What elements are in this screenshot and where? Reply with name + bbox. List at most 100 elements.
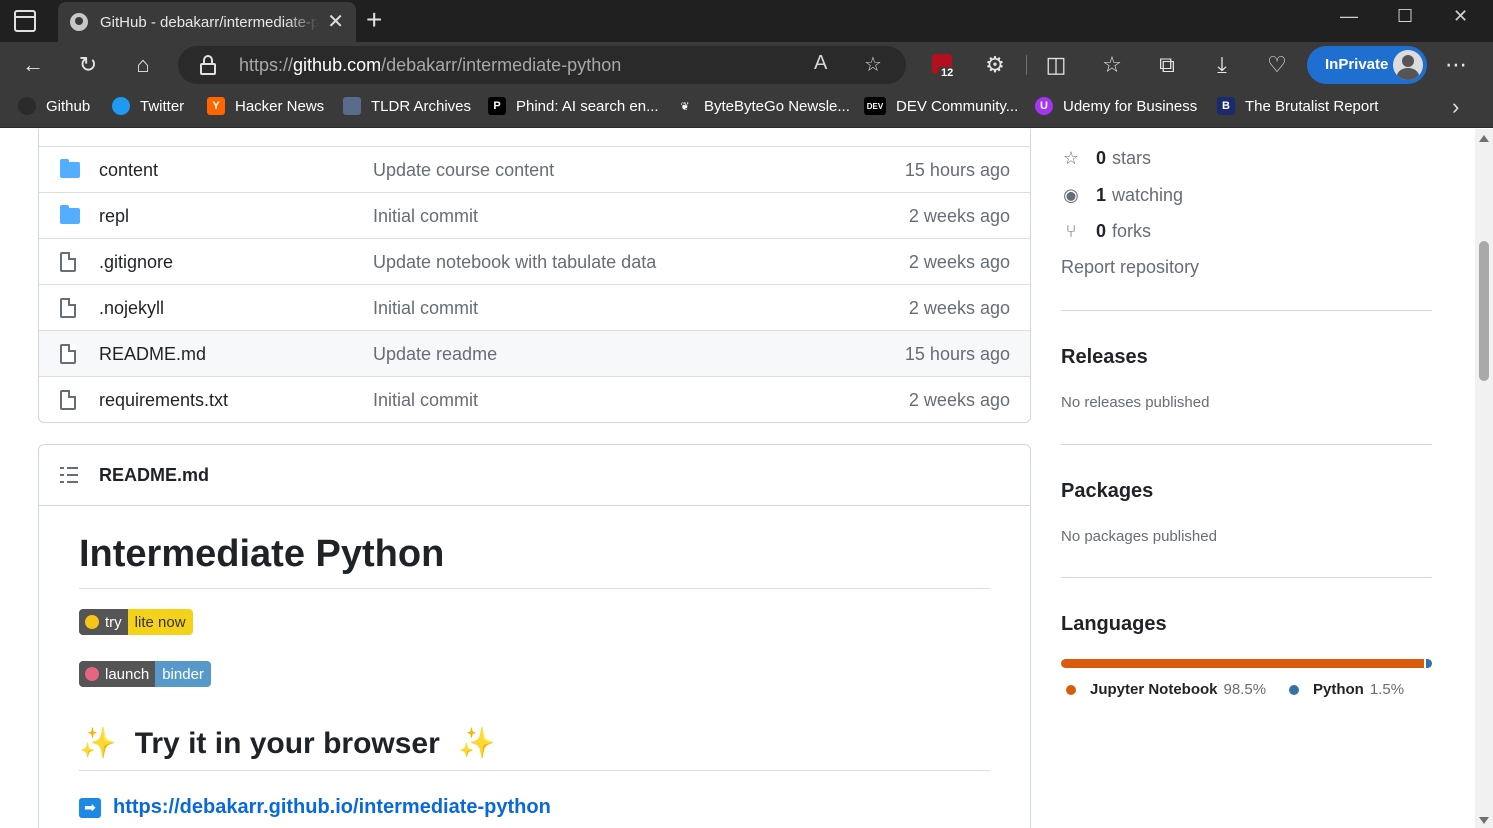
more-menu-icon[interactable]: ⋯ (1441, 50, 1471, 80)
folder-icon (60, 159, 80, 178)
page-scrollbar[interactable] (1475, 129, 1493, 828)
lock-icon[interactable] (200, 55, 216, 75)
file-list: content Update course content 15 hours a… (38, 129, 1031, 423)
launch-binder-badge[interactable]: launch binder (79, 661, 211, 687)
scroll-up-icon[interactable] (1479, 135, 1489, 142)
language-dot-icon (1289, 684, 1299, 695)
read-aloud-icon[interactable]: A (814, 52, 827, 75)
file-name[interactable]: content (99, 160, 158, 181)
readme-heading: Intermediate Python (79, 533, 445, 575)
bookmark-brutalist-report[interactable]: B The Brutalist Report (1217, 97, 1378, 115)
favorites-icon[interactable]: ☆ (1097, 50, 1127, 80)
collections-icon[interactable]: ⧉ (1152, 50, 1182, 80)
commit-age: 15 hours ago (904, 160, 1010, 180)
readme-header: README.md (39, 445, 1030, 506)
github-icon (18, 97, 36, 115)
file-name[interactable]: requirements.txt (99, 390, 228, 411)
bookmark-tldr[interactable]: TLDR Archives (343, 97, 471, 115)
language-python[interactable]: Python 1.5% (1289, 681, 1404, 698)
toolbar-separator (1026, 55, 1027, 75)
bookmark-dev-community[interactable]: DEV DEV Community... (864, 97, 1018, 115)
file-icon (60, 298, 76, 318)
commit-age: 2 weeks ago (908, 390, 1010, 410)
bookmark-bytebytego[interactable]: ❦ ByteByteGo Newsle... (676, 97, 850, 115)
commit-age: 2 weeks ago (908, 206, 1010, 226)
site-link[interactable]: ➡ https://debakarr.github.io/intermediat… (79, 796, 551, 819)
file-name[interactable]: repl (99, 206, 129, 227)
commit-message[interactable]: Update readme (373, 344, 497, 365)
table-row[interactable]: requirements.txt Initial commit 2 weeks … (39, 376, 1030, 422)
favorite-star-icon[interactable]: ☆ (864, 52, 882, 77)
releases-note: No releases published (1061, 394, 1210, 411)
new-tab-icon[interactable]: + (366, 6, 382, 34)
file-icon (60, 344, 76, 364)
releases-heading[interactable]: Releases (1061, 346, 1148, 369)
forks-link[interactable]: ⑂ 0 forks (1061, 221, 1151, 242)
file-name[interactable]: README.md (99, 344, 206, 365)
file-name[interactable]: .nojekyll (99, 298, 164, 319)
split-screen-icon[interactable]: ◫ (1041, 50, 1071, 80)
window-close-icon[interactable]: ✕ (1453, 6, 1468, 27)
table-row[interactable]: repl Initial commit 2 weeks ago (39, 192, 1030, 238)
dev-icon: DEV (864, 97, 886, 115)
bookmark-twitter[interactable]: Twitter (112, 97, 184, 115)
language-jupyter[interactable]: Jupyter Notebook 98.5% (1066, 681, 1266, 698)
profile-avatar (1393, 50, 1423, 80)
sparkles-icon: ✨ (79, 727, 117, 760)
packages-heading[interactable]: Packages (1061, 480, 1153, 503)
folder-icon (60, 205, 80, 224)
minimize-icon[interactable]: — (1340, 6, 1358, 27)
table-row[interactable]: content Update course content 15 hours a… (39, 146, 1030, 192)
tldr-icon (343, 97, 361, 115)
language-bar-segment (1061, 659, 1425, 668)
commit-message[interactable]: Update course content (373, 160, 554, 181)
github-page: content Update course content 15 hours a… (0, 129, 1475, 828)
address-bar[interactable]: https://github.com/debakarr/intermediate… (178, 46, 906, 84)
file-name[interactable]: .gitignore (99, 252, 173, 273)
heading-divider (79, 770, 990, 771)
star-icon: ☆ (1062, 148, 1080, 168)
table-row[interactable]: README.md Update readme 15 hours ago (39, 330, 1030, 376)
fork-icon: ⑂ (1065, 221, 1077, 241)
file-icon (60, 390, 76, 410)
back-icon[interactable]: ← (18, 50, 48, 80)
browser-tab-bar: GitHub - debakarr/intermediate-python ✕ … (0, 0, 1493, 42)
report-repository-link[interactable]: Report repository (1061, 257, 1199, 278)
bookmark-github[interactable]: Github (18, 97, 90, 115)
phind-icon: P (488, 97, 506, 115)
inprivate-button[interactable]: InPrivate (1307, 46, 1427, 84)
refresh-icon[interactable]: ↻ (73, 50, 103, 80)
browser-essentials-icon[interactable]: ♡ (1262, 50, 1292, 80)
readme-panel: README.md Intermediate Python try lite n… (38, 444, 1031, 828)
stars-link[interactable]: ☆ 0 stars (1061, 148, 1151, 169)
bookmark-udemy[interactable]: U Udemy for Business (1035, 97, 1197, 115)
brutalist-icon: B (1217, 97, 1235, 115)
table-row[interactable]: .nojekyll Initial commit 2 weeks ago (39, 284, 1030, 330)
maximize-icon[interactable]: ☐ (1397, 6, 1413, 27)
commit-message[interactable]: Initial commit (373, 298, 478, 319)
tab-close-icon[interactable]: ✕ (327, 12, 344, 32)
packages-note: No packages published (1061, 528, 1217, 545)
twitter-icon (112, 97, 130, 115)
try-lite-badge[interactable]: try lite now (79, 609, 193, 635)
readme-title[interactable]: README.md (99, 465, 209, 486)
commit-message[interactable]: Update notebook with tabulate data (373, 252, 656, 273)
downloads-icon[interactable]: ⤓ (1207, 50, 1237, 80)
list-outline-icon[interactable] (60, 467, 78, 483)
table-row[interactable]: .gitignore Update notebook with tabulate… (39, 238, 1030, 284)
home-icon[interactable]: ⌂ (128, 50, 158, 80)
bookmarks-bar: Github Twitter Y Hacker News TLDR Archiv… (0, 88, 1493, 128)
watchers-link[interactable]: ◉ 1 watching (1061, 185, 1183, 206)
extensions-icon[interactable]: ⚙ (980, 50, 1010, 80)
scroll-down-icon[interactable] (1479, 817, 1489, 824)
browser-tab-active[interactable]: GitHub - debakarr/intermediate-python ✕ (58, 2, 356, 42)
tab-actions-icon[interactable] (14, 10, 36, 32)
scrollbar-thumb[interactable] (1479, 241, 1489, 381)
bookmark-hacker-news[interactable]: Y Hacker News (207, 97, 324, 115)
bookmarks-overflow-chevron-icon[interactable]: › (1452, 94, 1459, 120)
language-bar (1061, 659, 1432, 668)
address-url[interactable]: https://github.com/debakarr/intermediate… (239, 55, 621, 76)
commit-message[interactable]: Initial commit (373, 390, 478, 411)
commit-message[interactable]: Initial commit (373, 206, 478, 227)
bookmark-phind[interactable]: P Phind: AI search en... (488, 97, 659, 115)
